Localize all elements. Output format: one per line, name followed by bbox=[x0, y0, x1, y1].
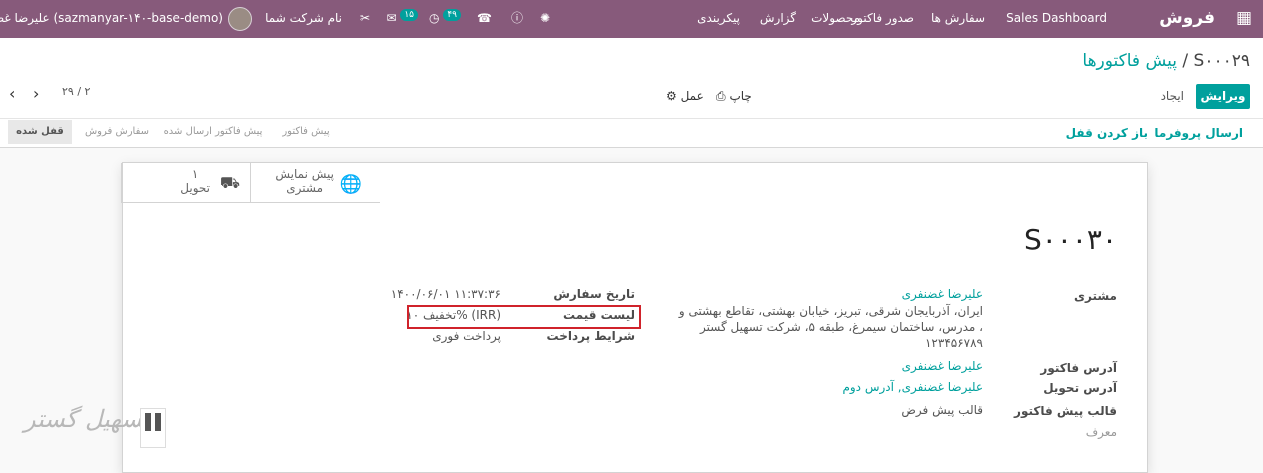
quotation-template-value[interactable]: قالب پیش فرض bbox=[901, 403, 983, 417]
breadcrumb-current: S۰۰۰۲۹ bbox=[1193, 51, 1250, 71]
print-button[interactable]: ⎙ چاپ bbox=[716, 84, 752, 109]
breadcrumb-parent[interactable]: پیش فاکتورها bbox=[1082, 51, 1177, 71]
app-brand[interactable]: فروش bbox=[1159, 0, 1215, 38]
delivery-address-label: آدرس تحویل bbox=[1043, 381, 1117, 395]
activity-count-badge: ۴۹ bbox=[443, 9, 461, 21]
record-title: S۰۰۰۳۰ bbox=[1024, 223, 1117, 256]
delivery-address-link[interactable]: علیرضا غضنفری, آدرس دوم bbox=[842, 380, 983, 394]
action-label: عمل bbox=[680, 89, 704, 103]
menu-orders[interactable]: سفارش ها bbox=[931, 0, 985, 38]
create-button[interactable]: ایجاد bbox=[1161, 84, 1184, 109]
breadcrumb-separator: / bbox=[1182, 51, 1189, 71]
watermark-text: تسهیل گستر bbox=[24, 405, 150, 433]
payment-terms-label: شرایط پرداخت bbox=[546, 329, 635, 343]
breadcrumb: پیش فاکتورها / S۰۰۰۲۹ bbox=[1082, 51, 1250, 71]
control-panel: پیش فاکتورها / S۰۰۰۲۹ ویرایش ایجاد ⎙ چاپ… bbox=[0, 38, 1263, 148]
delivery-button[interactable]: ⛟ ۱ تحویل bbox=[121, 163, 250, 203]
menu-sales-dashboard[interactable]: Sales Dashboard bbox=[1006, 0, 1107, 38]
chat-icon[interactable]: ✉ ۱۵ bbox=[386, 0, 418, 38]
unlock-button[interactable]: باز کردن قفل bbox=[1066, 123, 1148, 143]
menu-invoicing[interactable]: صدور فاکتور bbox=[851, 0, 914, 38]
pricelist-highlight-box bbox=[407, 305, 641, 329]
delivery-label: تحویل bbox=[180, 181, 210, 195]
chat-count-badge: ۱۵ bbox=[400, 9, 418, 21]
grid-icon[interactable]: ▦ bbox=[1236, 0, 1252, 38]
truck-icon: ⛟ bbox=[219, 173, 240, 192]
phone-icon[interactable]: ☎ bbox=[477, 0, 492, 38]
scissors-icon[interactable]: ✂ bbox=[360, 0, 370, 38]
customer-link[interactable]: علیرضا غضنفری bbox=[902, 287, 983, 301]
referrer-label: معرف bbox=[1085, 425, 1117, 439]
preview-label: پیش نمایش مشتری bbox=[275, 167, 334, 195]
question-icon[interactable]: ⓘ bbox=[511, 0, 523, 38]
chevron-right-icon[interactable]: › bbox=[33, 84, 39, 103]
stage-quotation-sent[interactable]: پیش فاکتور ارسال شده bbox=[158, 120, 268, 144]
preview-label-line1: پیش نمایش bbox=[275, 167, 334, 181]
customer-preview-button[interactable]: 🌐 پیش نمایش مشتری bbox=[250, 163, 380, 203]
quotation-template-label: قالب پیش فاکتور bbox=[1014, 404, 1117, 418]
invoice-address-label: آدرس فاکتور bbox=[1040, 361, 1117, 375]
edit-button[interactable]: ویرایش bbox=[1196, 84, 1250, 109]
menu-products[interactable]: محصولات bbox=[811, 0, 860, 38]
invoice-address-link[interactable]: علیرضا غضنفری bbox=[902, 359, 983, 373]
menu-reporting[interactable]: گزارش bbox=[760, 0, 796, 38]
delivery-count: ۱ bbox=[191, 167, 199, 181]
bug-icon[interactable]: ✺ bbox=[540, 0, 550, 38]
stage-quotation[interactable]: پیش فاکتور bbox=[270, 120, 342, 144]
customer-address-line3: ۱۲۳۴۵۶۷۸۹ bbox=[924, 336, 983, 350]
clock-icon[interactable]: ◷ ۴۹ bbox=[429, 0, 461, 38]
user-avatar[interactable] bbox=[228, 7, 252, 31]
print-label: چاپ bbox=[729, 89, 752, 103]
action-button[interactable]: ⚙ عمل bbox=[666, 84, 704, 109]
menu-configuration[interactable]: پیکربندی bbox=[697, 0, 740, 38]
print-icon: ⎙ bbox=[716, 89, 726, 103]
customer-address-line2: مدرس، ساختمان سیمرغ، طبقه ۵، شرکت تسهیل … bbox=[700, 320, 983, 334]
stage-sales-order[interactable]: سفارش فروش bbox=[76, 120, 158, 144]
customer-label: مشتری bbox=[1073, 289, 1117, 303]
gear-icon: ⚙ bbox=[666, 89, 677, 103]
payment-terms-value[interactable]: پرداخت فوری bbox=[432, 329, 501, 343]
globe-icon: 🌐 bbox=[339, 174, 362, 195]
company-switcher[interactable]: نام شرکت شما bbox=[265, 0, 342, 38]
send-proforma-button[interactable]: ارسال پروفرما bbox=[1154, 123, 1243, 143]
order-date-label: تاریخ سفارش bbox=[553, 287, 635, 301]
chevron-left-icon[interactable]: ‹ bbox=[9, 84, 15, 103]
preview-label-line2: مشتری bbox=[286, 181, 324, 195]
delivery-info: ۱ تحویل bbox=[180, 167, 210, 195]
top-navbar: ▦ فروش Sales Dashboard سفارش ها صدور فاک… bbox=[0, 0, 1263, 38]
order-date-value: ۱۴۰۰/۰۶/۰۱ ۱۱:۳۷:۳۶ bbox=[390, 287, 501, 301]
pager-value[interactable]: ۲۹ / ۲ bbox=[62, 85, 90, 98]
user-menu[interactable]: علیرضا غضنفری (sazmanyar-۱۴۰-base-demo) bbox=[0, 0, 223, 38]
customer-address-line1: ایران، آذربایجان شرقی، تبریز، خیابان بهش… bbox=[678, 304, 983, 318]
watermark-logo-icon bbox=[140, 408, 166, 448]
stage-locked[interactable]: قفل شده bbox=[8, 120, 72, 144]
